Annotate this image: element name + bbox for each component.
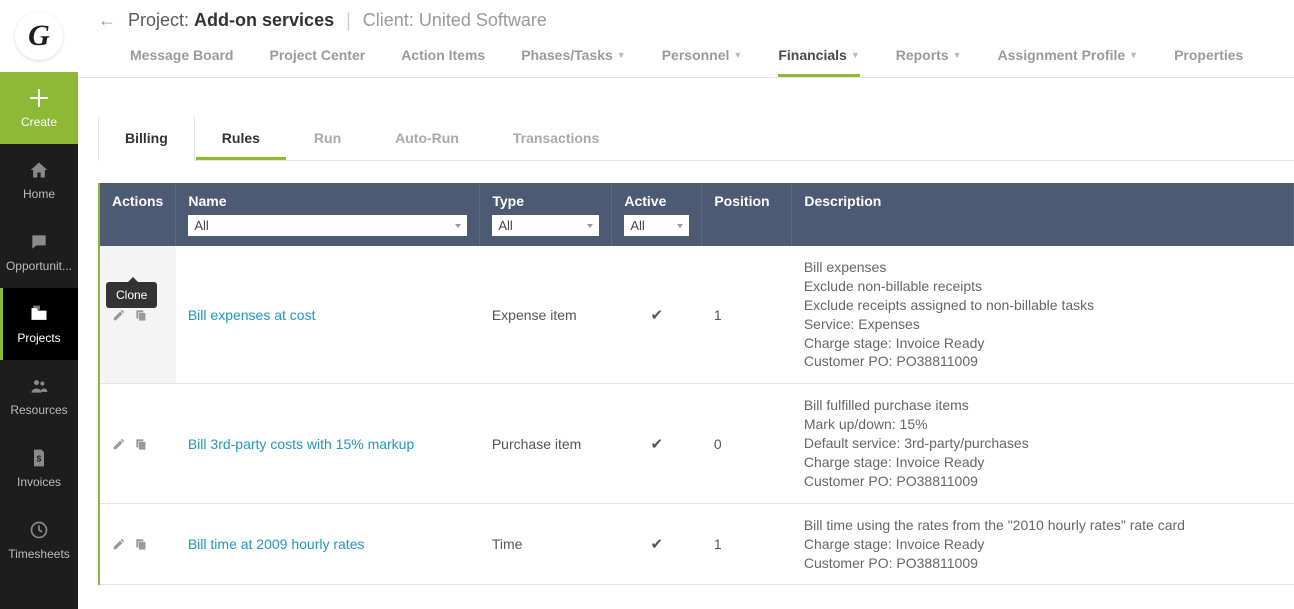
cell-actions [99, 384, 176, 503]
cell-description: Bill fulfilled purchase itemsMark up/dow… [792, 384, 1294, 503]
topnav-item[interactable]: Assignment Profile▼ [998, 39, 1139, 77]
breadcrumb: ← Project: Add-on services | Client: Uni… [98, 10, 1274, 31]
nav-invoices[interactable]: $ Invoices [0, 432, 78, 504]
nav-resources[interactable]: Resources [0, 360, 78, 432]
th-type: Type All [480, 183, 612, 246]
topnav-item[interactable]: Phases/Tasks▼ [521, 39, 626, 77]
filter-type[interactable]: All [492, 215, 599, 236]
cell-description: Bill expensesExclude non-billable receip… [792, 246, 1294, 384]
back-arrow-icon[interactable]: ← [98, 10, 116, 31]
table-row: Bill time at 2009 hourly rates Time ✔ 1Bill… [99, 503, 1294, 585]
edit-icon[interactable] [112, 437, 126, 451]
plus-icon [28, 87, 50, 109]
cell-active: ✔ [612, 503, 702, 585]
subtab[interactable]: Transactions [486, 116, 626, 160]
rules-table: Actions Name All Type All Active All [98, 183, 1294, 585]
topnav-item[interactable]: Message Board [130, 39, 233, 77]
breadcrumb-project: Project: Add-on services [128, 10, 334, 31]
th-name: Name All [176, 183, 480, 246]
people-icon [28, 375, 50, 397]
tooltip-clone: Clone [106, 282, 157, 308]
clock-icon [28, 519, 50, 541]
subtab[interactable]: Auto-Run [368, 116, 486, 160]
nav-timesheets[interactable]: Timesheets [0, 504, 78, 576]
cell-active: ✔ [612, 246, 702, 384]
th-actions: Actions [99, 183, 176, 246]
brand-logo[interactable]: G [0, 0, 78, 72]
chevron-down-icon: ▼ [1129, 50, 1138, 60]
chevron-down-icon: ▼ [733, 50, 742, 60]
cell-type: Expense item [480, 246, 612, 384]
nav-home[interactable]: Home [0, 144, 78, 216]
cell-position: 0 [702, 384, 792, 503]
cell-type: Time [480, 503, 612, 585]
table-row: Clone Bill expenses at cost Expense item ✔ 1… [99, 246, 1294, 384]
left-sidebar: G Create Home Opportunit... Projects [0, 0, 78, 609]
nav-opportunities[interactable]: Opportunit... [0, 216, 78, 288]
topbar: ← Project: Add-on services | Client: Uni… [78, 0, 1294, 78]
breadcrumb-client: Client: United Software [363, 10, 547, 31]
filter-name[interactable]: All [188, 215, 467, 236]
topnav-item[interactable]: Financials▼ [778, 39, 859, 77]
svg-text:$: $ [37, 453, 42, 463]
subtab[interactable]: Rules [195, 116, 287, 160]
topnav-item[interactable]: Reports▼ [896, 39, 962, 77]
filter-active[interactable]: All [624, 215, 689, 236]
nav-projects[interactable]: Projects [0, 288, 78, 360]
chevron-down-icon: ▼ [617, 50, 626, 60]
topnav-item[interactable]: Personnel▼ [662, 39, 743, 77]
check-icon: ✔ [651, 307, 664, 324]
cell-active: ✔ [612, 384, 702, 503]
nav-create[interactable]: Create [0, 72, 78, 144]
billing-subtabs: BillingRulesRunAuto-RunTransactions [98, 116, 1294, 161]
check-icon: ✔ [651, 536, 664, 553]
project-topnav: Message Board Project Center Action Items P… [98, 39, 1274, 77]
topnav-item[interactable]: Project Center [269, 39, 365, 77]
table-row: Bill 3rd-party costs with 15% markup Purc… [99, 384, 1294, 503]
th-position: Position [702, 183, 792, 246]
edit-icon[interactable] [112, 308, 126, 322]
brand-logo-circle: G [15, 12, 63, 60]
cell-type: Purchase item [480, 384, 612, 503]
clone-icon[interactable] [134, 437, 148, 451]
cell-description: Bill time using the rates from the "2010… [792, 503, 1294, 585]
home-icon [28, 159, 50, 181]
chat-icon [28, 231, 50, 253]
topnav-item[interactable]: Action Items [401, 39, 485, 77]
clone-icon[interactable] [134, 308, 148, 322]
cell-actions: Clone [99, 246, 176, 384]
folder-icon [28, 303, 50, 325]
cell-position: 1 [702, 246, 792, 384]
cell-position: 1 [702, 503, 792, 585]
subtab[interactable]: Run [287, 116, 368, 160]
th-active: Active All [612, 183, 702, 246]
chevron-down-icon: ▼ [851, 50, 860, 60]
rule-name-link[interactable]: Bill expenses at cost [188, 307, 316, 323]
check-icon: ✔ [651, 436, 664, 453]
th-description: Description [792, 183, 1294, 246]
clone-icon[interactable] [134, 537, 148, 551]
rule-name-link[interactable]: Bill 3rd-party costs with 15% markup [188, 436, 414, 452]
nav-create-label: Create [21, 115, 57, 129]
rule-name-link[interactable]: Bill time at 2009 hourly rates [188, 536, 365, 552]
chevron-down-icon: ▼ [953, 50, 962, 60]
subtab[interactable]: Billing [98, 116, 195, 161]
cell-actions [99, 503, 176, 585]
topnav-item[interactable]: Properties [1174, 39, 1243, 77]
edit-icon[interactable] [112, 537, 126, 551]
invoice-icon: $ [28, 447, 50, 469]
